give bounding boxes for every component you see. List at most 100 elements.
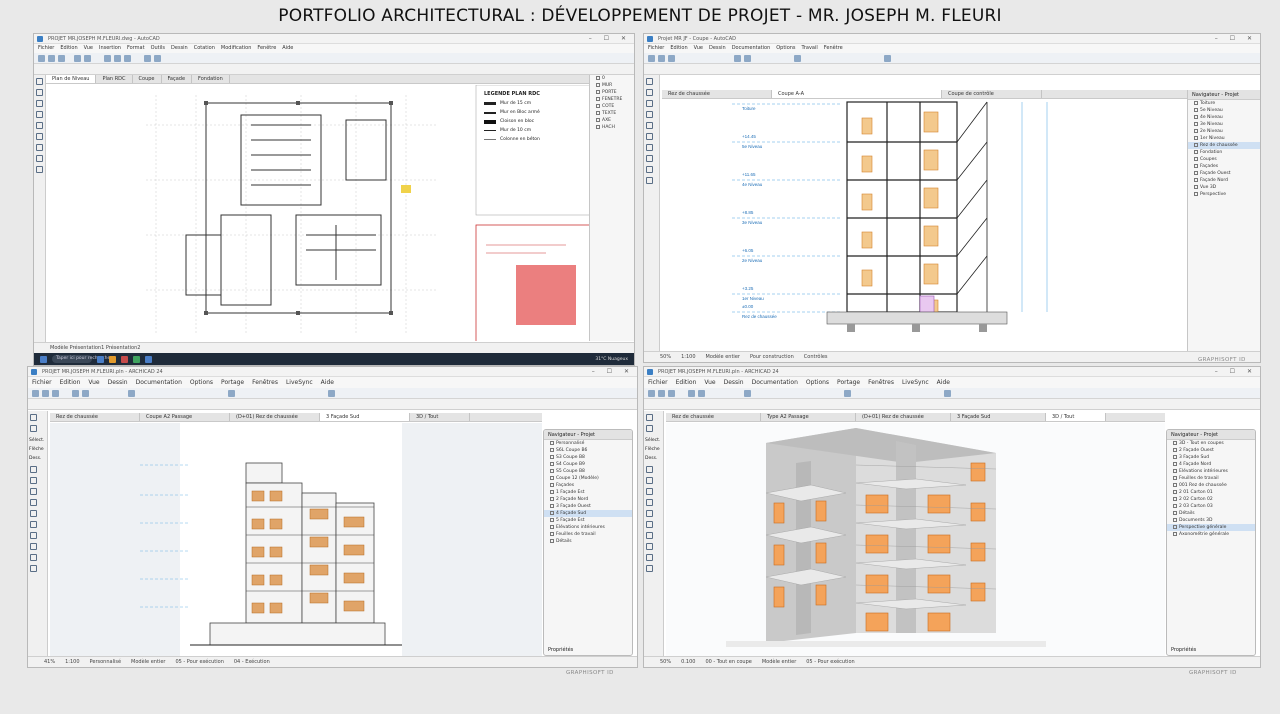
snap-icon[interactable] [734, 55, 741, 62]
navigator-item[interactable]: Toiture [1188, 100, 1260, 107]
navigator-item[interactable]: Façade Nord [1188, 177, 1260, 184]
new-icon[interactable] [38, 55, 45, 62]
redo-icon[interactable] [82, 390, 89, 397]
navigator-item[interactable]: Feuilles de travail [1167, 475, 1255, 482]
layer-item[interactable]: COTE [590, 103, 634, 110]
menu-item[interactable]: Fichier [38, 44, 54, 53]
line-tool-icon[interactable] [646, 554, 653, 561]
level-tool-icon[interactable] [30, 532, 37, 539]
circle-tool-icon[interactable] [30, 565, 37, 572]
layer-item[interactable]: HACH [590, 124, 634, 131]
menu-item[interactable]: Travail [802, 44, 818, 53]
fill-tool-icon[interactable] [646, 543, 653, 550]
new-icon[interactable] [648, 390, 655, 397]
navigator-item[interactable]: S4 Coupe B9 [544, 461, 632, 468]
navigator-item[interactable]: Elévations intérieures [1167, 468, 1255, 475]
undo-icon[interactable] [74, 55, 81, 62]
menu-item[interactable]: Documentation [732, 44, 771, 53]
menu-item[interactable]: Vue [84, 44, 93, 53]
scale-value[interactable]: 1:100 [681, 352, 695, 362]
open-icon[interactable] [42, 390, 49, 397]
label-tool-icon[interactable] [646, 177, 653, 184]
elevation-canvas[interactable] [50, 423, 542, 656]
undo-icon[interactable] [688, 390, 695, 397]
layer-icon[interactable] [794, 55, 801, 62]
menu-item[interactable]: Dessin [171, 44, 188, 53]
model-view-value[interactable]: Modèle entier [131, 657, 165, 667]
navigator-item[interactable]: 3 Façade Ouest [544, 503, 632, 510]
checks-value[interactable]: Contrôles [804, 352, 828, 362]
doc-tab[interactable]: Coupe A-A [772, 90, 942, 98]
menu-item[interactable]: Options [190, 377, 213, 388]
menu-item[interactable]: Outils [151, 44, 165, 53]
wall-tool-icon[interactable] [646, 466, 653, 473]
menu-item[interactable]: Aide [937, 377, 950, 388]
fill-tool-icon[interactable] [30, 543, 37, 550]
navigator-item[interactable]: Axonométrie générale [1167, 531, 1255, 538]
wall-tool-icon[interactable] [30, 466, 37, 473]
zoom-value[interactable]: 50% [660, 657, 671, 667]
layer-icon[interactable] [144, 55, 151, 62]
layer-combo-value[interactable]: 00 - Tout en coupe [705, 657, 751, 667]
navigator-item[interactable]: S5 Coupe B8 [544, 468, 632, 475]
doc-tab[interactable]: 3D / Tout [1046, 413, 1106, 421]
section-canvas[interactable]: +17.25 Toiture +14.45 5e Niveau +11.65 4e Niv… [662, 100, 1187, 351]
dimension-tool-icon[interactable] [646, 166, 653, 173]
new-icon[interactable] [32, 390, 39, 397]
3d-view-icon[interactable] [944, 390, 951, 397]
line-tool-icon[interactable] [104, 55, 111, 62]
3d-view-icon[interactable] [884, 55, 891, 62]
excel-icon[interactable] [133, 355, 140, 363]
navigator-item[interactable]: Façades [544, 482, 632, 489]
door-tool-icon[interactable] [36, 111, 43, 118]
open-icon[interactable] [658, 390, 665, 397]
menu-item[interactable]: Fichier [648, 44, 664, 53]
properties-icon[interactable] [154, 55, 161, 62]
line-tool-icon[interactable] [30, 554, 37, 561]
menu-item[interactable]: Fichier [32, 377, 52, 388]
menu-item[interactable]: Dessin [108, 377, 128, 388]
layer-combo-value[interactable]: Personnalisé [90, 657, 122, 667]
text-tool-icon[interactable] [36, 144, 43, 151]
menu-item[interactable]: Vue [88, 377, 99, 388]
layer-item[interactable]: MUR [590, 82, 634, 89]
doc-tab[interactable]: 3 Façade Sud [320, 413, 410, 421]
doc-tab[interactable]: Coupe de contrôle [942, 90, 1042, 98]
window-controls[interactable]: – ☐ ✕ [1215, 34, 1257, 44]
navigator-item[interactable]: Elévations intérieures [544, 524, 632, 531]
layer-item[interactable]: 0 [590, 75, 634, 82]
navigator-item[interactable]: 3D - Tout en coupes [1167, 440, 1255, 447]
layer-item[interactable]: AXE [590, 117, 634, 124]
slab-tool-icon[interactable] [646, 144, 653, 151]
dimension-value[interactable]: 04 - Exécution [234, 657, 270, 667]
navigator-item[interactable]: 2 01 Carton 01 [1167, 489, 1255, 496]
dimension-tool-icon[interactable] [36, 155, 43, 162]
window-tool-icon[interactable] [30, 488, 37, 495]
menu-item[interactable]: LiveSync [902, 377, 929, 388]
doc-tab[interactable]: Fondation [192, 75, 230, 83]
taskbar-search[interactable]: Taper ici pour rechercher [52, 355, 112, 363]
navigator-item[interactable]: 2 03 Carton 03 [1167, 503, 1255, 510]
menu-item[interactable]: Edition [60, 44, 77, 53]
wall-tool-icon[interactable] [646, 100, 653, 107]
save-icon[interactable] [52, 390, 59, 397]
navigator-item[interactable]: Coupes [1188, 156, 1260, 163]
navigator-item[interactable]: 3 Façade Sud [1167, 454, 1255, 461]
label-tool-icon[interactable] [646, 510, 653, 517]
arrow-tool-icon[interactable] [36, 78, 43, 85]
marquee-tool-icon[interactable] [646, 425, 653, 432]
3d-view-icon[interactable] [328, 390, 335, 397]
arrow-tool-icon[interactable] [646, 414, 653, 421]
navigator-item[interactable]: Perspective générale [1167, 524, 1255, 531]
door-tool-icon[interactable] [646, 111, 653, 118]
marquee-tool-icon[interactable] [646, 89, 653, 96]
autocad-icon[interactable] [121, 355, 128, 363]
menu-item[interactable]: Fenêtre [824, 44, 843, 53]
dimension-tool-icon[interactable] [646, 521, 653, 528]
zoom-value[interactable]: 50% [660, 352, 671, 362]
navigator-item[interactable]: Documents 3D [1167, 517, 1255, 524]
scale-value[interactable]: 1:100 [65, 657, 79, 667]
arrow-tool-icon[interactable] [646, 78, 653, 85]
navigator-item[interactable]: 3e Niveau [1188, 121, 1260, 128]
navigator-item[interactable]: S6L Coupe B6 [544, 447, 632, 454]
